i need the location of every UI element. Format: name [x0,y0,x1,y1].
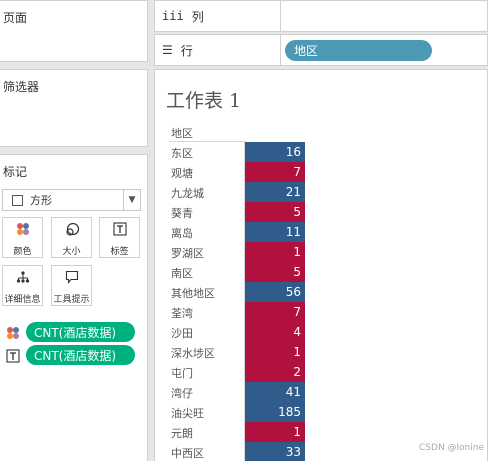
count-cell[interactable]: 56 [245,282,305,302]
region-label: 离岛 [171,227,193,240]
region-label: 东区 [171,147,193,160]
count-cell[interactable]: 7 [245,302,305,322]
table-row[interactable]: 离岛 11 [155,222,488,242]
region-label: 元朗 [171,427,193,440]
square-icon [12,194,23,206]
size-icon [52,222,91,243]
marks-panel: 标记 方形 ▼ 颜色 大小 标签 详细信息 工具提示 CNT(酒店数据) CNT… [0,154,148,461]
count-cell[interactable]: 5 [245,202,305,222]
count-cell[interactable]: 1 [245,342,305,362]
region-label: 屯门 [171,367,193,380]
count-cell[interactable]: 2 [245,362,305,382]
region-label: 南区 [171,267,193,280]
region-label: 湾仔 [171,387,193,400]
mark-type-dropdown[interactable]: 方形 ▼ [2,189,141,211]
filters-panel[interactable]: 筛选器 [0,69,148,147]
table-row[interactable]: 深水埗区 1 [155,342,488,362]
size-button-label: 大小 [62,247,81,257]
table-row[interactable]: 其他地区 56 [155,282,488,302]
columns-icon: iii [162,9,184,23]
table-row[interactable]: 沙田 4 [155,322,488,342]
text-label-icon [6,349,20,363]
table-row[interactable]: 湾仔 41 [155,382,488,402]
table-row[interactable]: 南区 5 [155,262,488,282]
count-cell[interactable]: 185 [245,402,305,422]
table-row[interactable]: 观塘 7 [155,162,488,182]
rows-shelf-header: ☰ 行 [155,35,281,65]
table-row[interactable]: 东区 16 [155,142,488,162]
color-dots-icon [6,326,20,340]
watermark: CSDN @lonine [419,443,484,453]
rows-icon: ☰ [162,43,173,57]
label-button[interactable]: 标签 [99,217,140,258]
color-dots-icon [3,222,42,241]
color-button-label: 颜色 [13,247,32,257]
count-cell[interactable]: 21 [245,182,305,202]
color-button[interactable]: 颜色 [2,217,43,258]
color-field-pill[interactable]: CNT(酒店数据) [26,322,135,342]
region-label: 深水埗区 [171,347,215,360]
size-button[interactable]: 大小 [51,217,92,258]
filters-title: 筛选器 [3,80,40,94]
worksheet: 工作表 1 地区 东区 16 观塘 7 九龙城 21 葵青 5 离岛 11 罗湖区 1 南区 5 其他地区 5… [154,69,488,461]
count-cell[interactable]: 41 [245,382,305,402]
region-label: 沙田 [171,327,193,340]
tooltip-button-label: 工具提示 [53,295,90,305]
rows-field-pill[interactable]: 地区 [285,40,432,61]
label-field-pill[interactable]: CNT(酒店数据) [26,345,135,365]
table-row[interactable]: 油尖旺 185 [155,402,488,422]
table-row[interactable]: 屯门 2 [155,362,488,382]
count-cell[interactable]: 1 [245,242,305,262]
rows-label: 行 [180,43,193,58]
field-header-region[interactable]: 地区 [171,125,193,141]
marks-title: 标记 [3,165,28,179]
chevron-down-icon[interactable]: ▼ [123,190,140,210]
region-label: 油尖旺 [171,407,204,420]
table-row[interactable]: 元朗 1 [155,422,488,442]
count-cell[interactable]: 11 [245,222,305,242]
count-cell[interactable]: 33 [245,442,305,461]
region-label: 葵青 [171,207,193,220]
columns-label: 列 [191,9,204,24]
pages-title: 页面 [3,11,28,25]
label-button-label: 标签 [110,247,129,257]
pages-panel: 页面 [0,0,148,62]
count-cell[interactable]: 5 [245,262,305,282]
region-label: 中西区 [171,447,204,460]
rows-shelf[interactable]: ☰ 行 地区 [154,34,488,66]
table-row[interactable]: 葵青 5 [155,202,488,222]
tooltip-icon [52,270,91,289]
table-row[interactable]: 罗湖区 1 [155,242,488,262]
detail-icon [3,270,42,289]
region-label: 九龙城 [171,187,204,200]
count-cell[interactable]: 1 [245,422,305,442]
table-row[interactable]: 九龙城 21 [155,182,488,202]
count-cell[interactable]: 4 [245,322,305,342]
region-label: 罗湖区 [171,247,204,260]
columns-shelf[interactable]: iii 列 [154,0,488,32]
text-label-icon [100,222,139,241]
count-cell[interactable]: 7 [245,162,305,182]
detail-button-label: 详细信息 [4,295,41,305]
count-cell[interactable]: 16 [245,142,305,162]
columns-shelf-header: iii 列 [155,1,281,31]
region-label: 荃湾 [171,307,193,320]
mark-type-value: 方形 [30,194,52,207]
region-label: 观塘 [171,167,193,180]
column-divider [244,142,245,461]
region-label: 其他地区 [171,287,215,300]
tooltip-button[interactable]: 工具提示 [51,265,92,306]
table-row[interactable]: 荃湾 7 [155,302,488,322]
detail-button[interactable]: 详细信息 [2,265,43,306]
sheet-title: 工作表 1 [166,90,242,112]
